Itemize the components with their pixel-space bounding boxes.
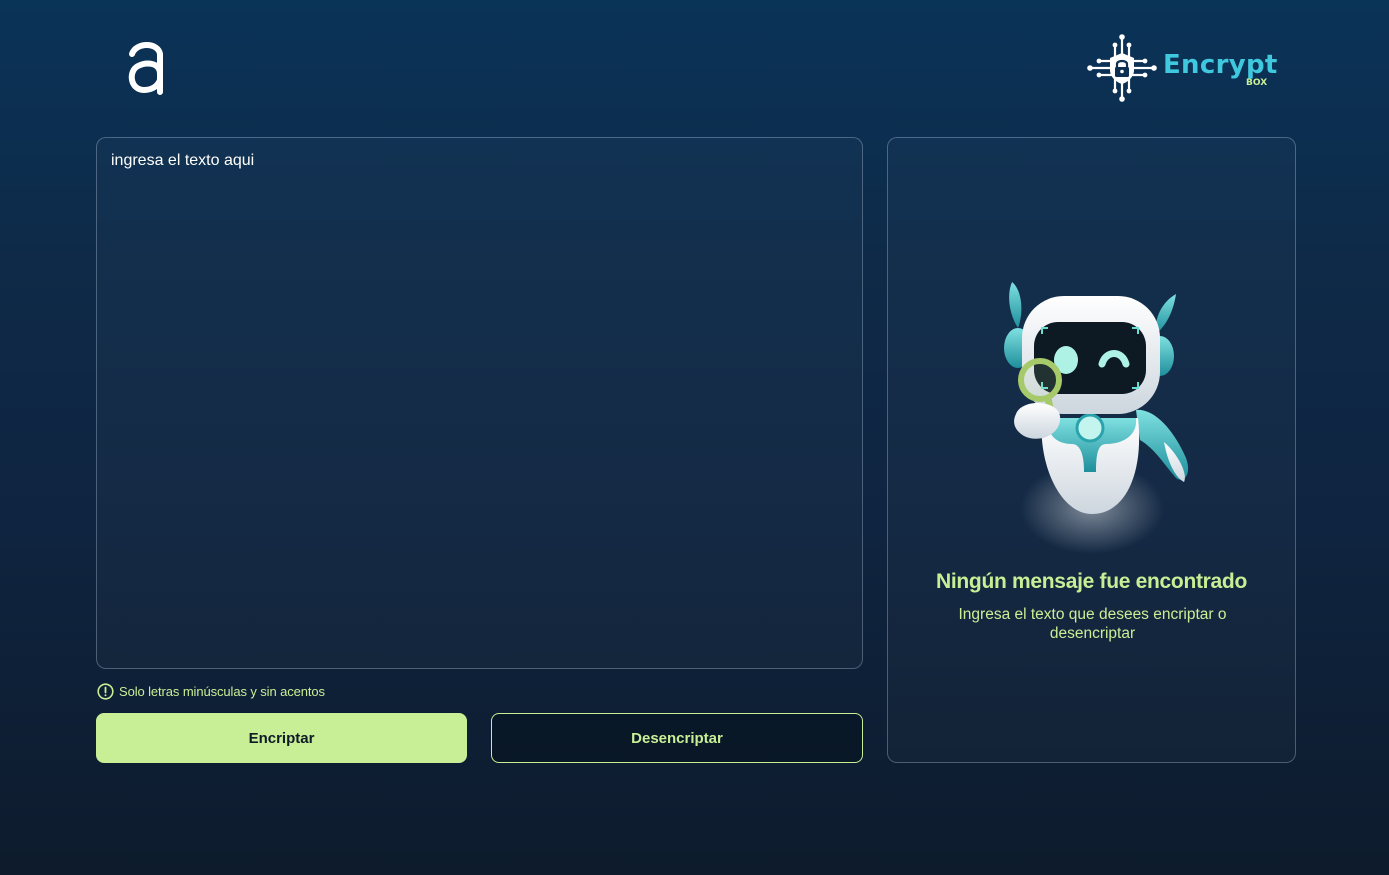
hint-text: Solo letras minúsculas y sin acentos xyxy=(119,684,325,699)
text-input[interactable] xyxy=(97,138,862,668)
brand-subtitle: BOX xyxy=(1246,78,1268,88)
brand-logo: Encrypt BOX xyxy=(1086,32,1278,104)
brand-name: Encrypt xyxy=(1163,50,1278,80)
input-hint: Solo letras minúsculas y sin acentos xyxy=(97,683,325,700)
result-panel: Ningún mensaje fue encontrado Ingresa el… xyxy=(887,137,1296,763)
circuit-lock-icon xyxy=(1087,34,1157,102)
text-input-container xyxy=(96,137,863,669)
decrypt-button[interactable]: Desencriptar xyxy=(491,713,863,763)
exclamation-circle-icon xyxy=(97,683,114,700)
robot-magnifier-illustration xyxy=(1004,282,1189,554)
alura-logo-icon xyxy=(128,42,163,95)
result-title: Ningún mensaje fue encontrado xyxy=(935,570,1247,593)
result-description: Ingresa el texto que desees encriptar o … xyxy=(958,606,1227,642)
encrypt-button[interactable]: Encriptar xyxy=(96,713,467,763)
